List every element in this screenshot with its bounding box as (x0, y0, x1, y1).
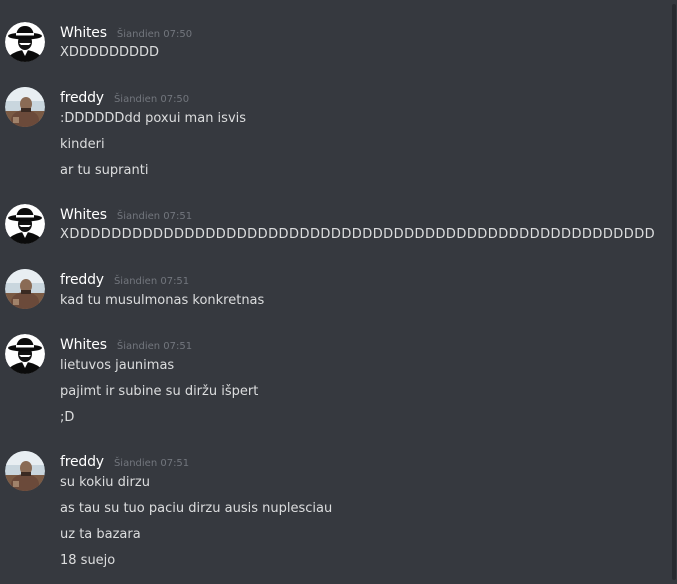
message-text: XDDDDDDDDD (60, 45, 159, 60)
message-text: uz ta bazara (60, 527, 141, 542)
username[interactable]: freddy (60, 272, 104, 288)
message-header: freddy Šiandien 07:51 (60, 451, 190, 470)
chat-messages: Whites Šiandien 07:50 XDDDDDDDDD freddy … (0, 0, 677, 584)
message-header: freddy Šiandien 07:50 (60, 87, 190, 106)
timestamp: Šiandien 07:50 (116, 29, 193, 40)
message-text: lietuvos jaunimas (60, 358, 175, 373)
username[interactable]: Whites (60, 207, 107, 223)
message-header: Whites Šiandien 07:51 (60, 204, 193, 223)
message-header: Whites Šiandien 07:51 (60, 334, 193, 353)
message-text: as tau su tuo paciu dirzu ausis nuplesci… (60, 501, 333, 516)
message-text: ;D (60, 410, 75, 425)
person-photo-avatar-icon[interactable] (5, 87, 45, 127)
message-text: su kokiu dirzu (60, 475, 150, 490)
message-text: :DDDDDDdd poxui man isvis (60, 111, 247, 126)
timestamp: Šiandien 07:51 (116, 341, 193, 352)
message-text: XDDDDDDDDDDDDDDDDDDDDDDDDDDDDDDDDDDDDDDD… (60, 227, 656, 242)
message-header: Whites Šiandien 07:50 (60, 22, 193, 41)
timestamp: Šiandien 07:51 (113, 458, 190, 469)
timestamp: Šiandien 07:51 (113, 276, 190, 287)
timestamp: Šiandien 07:51 (116, 211, 193, 222)
message-text: 18 suejo (60, 553, 116, 568)
message-text: pajimt ir subine su diržu išpert (60, 384, 259, 399)
scrollbar[interactable] (671, 0, 677, 584)
person-photo-avatar-icon[interactable] (5, 269, 45, 309)
username[interactable]: freddy (60, 454, 104, 470)
message-header: freddy Šiandien 07:51 (60, 269, 190, 288)
message-text: ar tu supranti (60, 163, 149, 178)
hat-man-avatar-icon[interactable] (5, 204, 45, 244)
scrollbar-thumb[interactable] (672, 4, 676, 580)
hat-man-avatar-icon[interactable] (5, 334, 45, 374)
username[interactable]: Whites (60, 25, 107, 41)
timestamp: Šiandien 07:50 (113, 94, 190, 105)
person-photo-avatar-icon[interactable] (5, 451, 45, 491)
hat-man-avatar-icon[interactable] (5, 22, 45, 62)
username[interactable]: freddy (60, 90, 104, 106)
username[interactable]: Whites (60, 337, 107, 353)
message-text: kad tu musulmonas konkretnas (60, 293, 265, 308)
message-text: kinderi (60, 137, 105, 152)
